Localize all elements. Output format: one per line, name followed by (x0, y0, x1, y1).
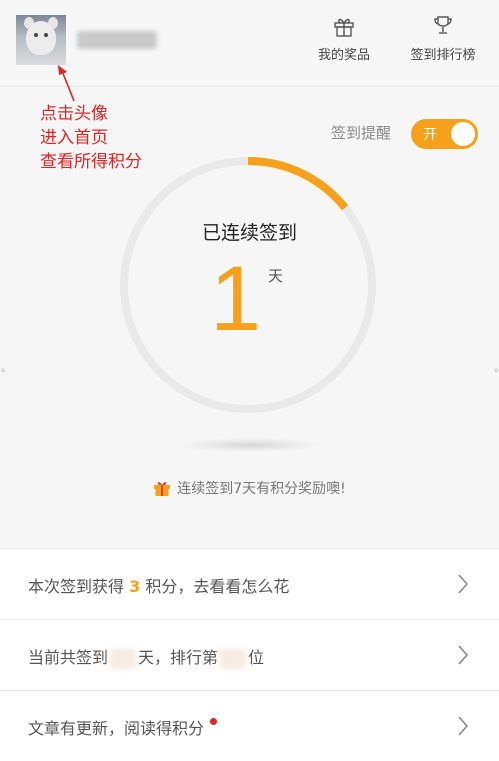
reminder-label: 签到提醒 (331, 124, 392, 142)
my-prizes-button[interactable]: 我的奖品 (313, 14, 375, 63)
ring-progress (247, 157, 349, 211)
toggle-state-label: 开 (423, 127, 437, 143)
list-item-points[interactable]: 本次签到获得 3 积分，去看看怎么花 (0, 548, 499, 619)
edge-marker: ◦ (493, 366, 499, 377)
ranking-middle: 天，排行第 (138, 648, 219, 667)
chevron-right-icon (458, 645, 469, 665)
ranking-label: 签到排行榜 (410, 48, 476, 63)
username-redacted (77, 31, 157, 49)
annotation-line: 进入首页 (40, 128, 108, 148)
points-text: 本次签到获得 3 积分，去看看怎么花 (28, 573, 289, 597)
ranking-suffix: 位 (248, 648, 265, 667)
my-prizes-label: 我的奖品 (317, 48, 370, 63)
new-badge-dot (210, 718, 218, 725)
ranking-prefix: 当前共签到 (28, 648, 109, 667)
points-suffix: 积分，去看看怎么花 (140, 577, 290, 596)
avatar[interactable] (16, 15, 66, 65)
avatar-eye (44, 33, 48, 37)
articles-text: 文章有更新，阅读得积分 (28, 715, 218, 739)
avatar-eye (34, 33, 38, 37)
reward-tip-text: 连续签到7天有积分奖励噢! (177, 481, 346, 497)
ranking-button[interactable]: 签到排行榜 (405, 14, 481, 63)
toggle-knob (451, 122, 475, 146)
reward-tip: 连续签到7天有积分奖励噢! (0, 478, 499, 498)
gift-icon (154, 481, 171, 496)
reminder-toggle[interactable]: 开 (411, 119, 478, 149)
chevron-right-icon (458, 574, 469, 594)
list-item-ranking[interactable]: 当前共签到 天，排行第 位 (0, 619, 499, 690)
ranking-text: 当前共签到 天，排行第 位 (28, 644, 264, 669)
chevron-right-icon (458, 716, 469, 736)
streak-days: 1 (210, 248, 262, 350)
ring-shadow (180, 438, 320, 452)
streak-label: 已连续签到 (201, 222, 297, 244)
list-item-articles[interactable]: 文章有更新，阅读得积分 (0, 690, 499, 761)
streak-unit: 天 (268, 267, 284, 285)
days-redacted (110, 648, 137, 669)
trophy-icon (434, 16, 452, 34)
points-value: 3 (129, 577, 141, 596)
annotation-arrow-icon (58, 65, 75, 102)
gift-icon (334, 18, 354, 37)
annotation-line: 点击头像 (40, 104, 108, 124)
avatar-face (26, 21, 56, 55)
articles-label: 文章有更新，阅读得积分 (28, 719, 205, 738)
points-prefix: 本次签到获得 (28, 577, 130, 596)
info-list: 本次签到获得 3 积分，去看看怎么花 当前共签到 天，排行第 位 文章有更新，阅读得… (0, 548, 499, 761)
edge-marker: ◦ (0, 366, 6, 377)
rank-redacted (220, 648, 247, 669)
